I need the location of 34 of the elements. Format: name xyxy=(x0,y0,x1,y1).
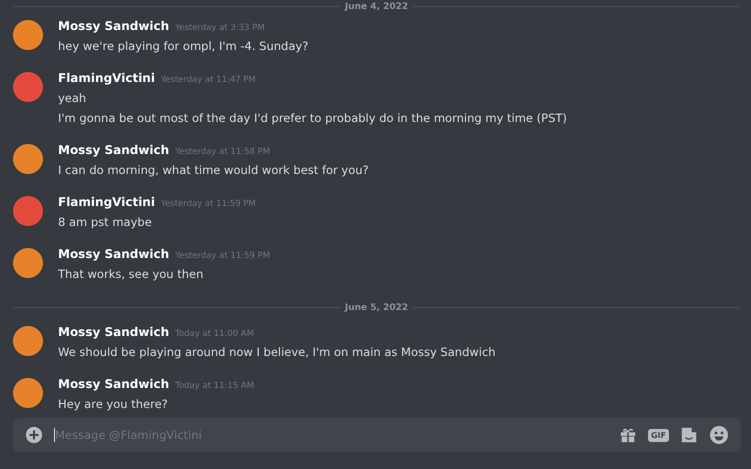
message-text: I can do morning, what time would work best for you? xyxy=(58,162,369,179)
username[interactable]: FlamingVictini xyxy=(58,71,155,85)
emoji-icon[interactable] xyxy=(709,425,729,445)
timestamp: Yesterday at 11:59 PM xyxy=(175,251,270,261)
timestamp: Yesterday at 11:58 PM xyxy=(175,147,270,157)
avatar[interactable] xyxy=(13,20,43,50)
gift-icon[interactable] xyxy=(618,426,637,444)
timestamp: Yesterday at 11:47 PM xyxy=(160,75,256,85)
username[interactable]: Mossy Sandwich xyxy=(58,19,170,33)
gif-button[interactable]: GIF xyxy=(648,428,669,442)
avatar[interactable] xyxy=(13,326,43,356)
message-text: We should be playing around now I believe, I'm on main as Mossy Sandwich xyxy=(58,344,496,361)
message-text: That works, see you then xyxy=(58,266,204,283)
sticker-icon[interactable] xyxy=(680,426,698,444)
username[interactable]: Mossy Sandwich xyxy=(58,247,170,261)
message-text: hey we're playing for ompl, I'm -4. Sunday? xyxy=(58,38,308,55)
message-text: Hey are you there? xyxy=(58,396,169,413)
avatar[interactable] xyxy=(13,248,43,278)
timestamp: Today at 11:00 AM xyxy=(175,329,254,339)
avatar[interactable] xyxy=(13,378,43,408)
avatar[interactable] xyxy=(13,72,43,102)
avatar[interactable] xyxy=(13,196,43,226)
username[interactable]: FlamingVictini xyxy=(58,195,155,209)
timestamp: Yesterday at 3:33 PM xyxy=(175,23,265,33)
message-text: I'm gonna be out most of the day I'd prefer to probably do in the morning my time (PST) xyxy=(58,110,567,127)
username[interactable]: Mossy Sandwich xyxy=(58,325,170,339)
username[interactable]: Mossy Sandwich xyxy=(58,377,170,391)
timestamp: Today at 11:15 AM xyxy=(175,381,254,391)
timestamp: Yesterday at 11:59 PM xyxy=(160,199,256,209)
message-text: yeah xyxy=(58,90,88,107)
message-text: 8 am pst maybe xyxy=(58,214,153,231)
avatar[interactable] xyxy=(13,144,43,174)
add-icon[interactable] xyxy=(25,426,43,444)
username[interactable]: Mossy Sandwich xyxy=(58,143,170,157)
